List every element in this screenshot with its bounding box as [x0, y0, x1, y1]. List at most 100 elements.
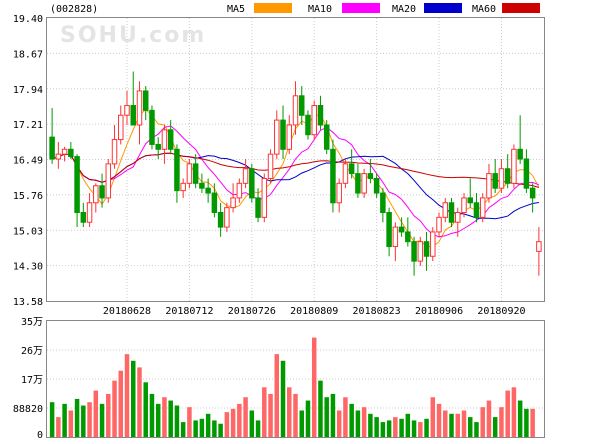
volume-bar	[249, 410, 255, 437]
candle-body	[174, 148, 180, 192]
volume-bar	[243, 397, 248, 437]
candle-body	[386, 212, 392, 248]
price-tick-label: 16.49	[13, 156, 43, 167]
candle-body	[68, 148, 74, 158]
volume-bar	[205, 413, 211, 437]
date-tick-label: 20180823	[353, 306, 401, 317]
down-candle	[305, 110, 311, 140]
volume-bar	[530, 408, 535, 437]
volume-tick-label: 26万	[21, 346, 43, 357]
volume-bar	[162, 397, 167, 437]
volume-bar	[443, 410, 448, 437]
candle-body	[217, 212, 224, 228]
candle-body	[180, 182, 186, 192]
volume-bar	[318, 380, 323, 437]
volume-bar	[87, 402, 92, 437]
price-tick-label: 17.94	[13, 85, 43, 96]
volume-bar	[449, 413, 454, 437]
volume-bar	[424, 418, 429, 437]
volume-bar	[255, 420, 261, 437]
price-tick-label: 14.30	[13, 262, 43, 273]
candle-body	[199, 182, 205, 189]
volume-bar	[343, 397, 348, 437]
stock-code: (002828)	[50, 4, 98, 15]
down-candle	[323, 120, 330, 155]
up-candle	[311, 100, 317, 140]
volume-bar	[131, 360, 136, 437]
candle-body	[274, 119, 280, 155]
candle-body	[405, 231, 411, 243]
volume-bar	[193, 420, 198, 437]
volume-bar	[492, 417, 498, 437]
kline-chart: SOHU.com (002828) MA5 MA10 MA20 MA60 19.…	[0, 0, 600, 441]
legend-ma10-label: MA10	[308, 4, 332, 15]
candle-body	[473, 202, 480, 218]
candle-body	[55, 153, 62, 160]
volume-bar	[505, 390, 510, 437]
volume-bar	[168, 400, 173, 437]
legend-ma10-swatch	[342, 3, 380, 13]
volume-bar	[287, 387, 292, 437]
date-tick-label: 20180712	[165, 306, 213, 317]
volume-bar	[137, 367, 142, 437]
price-tick-label: 17.21	[13, 120, 43, 131]
up-candle	[261, 173, 268, 223]
candle-body	[286, 124, 293, 150]
volume-bar	[349, 403, 354, 437]
candle-body	[486, 173, 492, 199]
volume-tick-label: 0	[37, 430, 43, 440]
up-candle	[417, 236, 424, 266]
volume-bar	[324, 397, 329, 437]
volume-bar	[93, 390, 99, 437]
volume-bar	[212, 420, 217, 437]
candle-body	[136, 90, 143, 126]
candle-body	[80, 212, 87, 223]
volume-bar	[411, 420, 417, 437]
chart-svg: SOHU.com (002828) MA5 MA10 MA20 MA60 19.…	[0, 0, 600, 441]
candle-body	[411, 241, 417, 262]
volume-bar	[299, 410, 304, 437]
up-candle	[430, 227, 436, 262]
down-candle	[330, 139, 336, 213]
volume-bar	[405, 413, 411, 437]
volume-tick-label: 35万	[21, 317, 43, 328]
legend-ma20-swatch	[424, 3, 462, 13]
volume-bar	[399, 418, 404, 437]
candle-body	[498, 168, 505, 189]
candle-body	[186, 163, 193, 184]
volume-bar	[199, 418, 205, 437]
volume-bar	[187, 407, 192, 437]
volume-bar	[143, 382, 148, 437]
volume-bar	[62, 403, 67, 437]
down-candle	[149, 105, 155, 150]
candle-body	[255, 197, 261, 218]
volume-bar	[99, 403, 105, 437]
candle-body	[93, 185, 99, 204]
candle-body	[74, 156, 80, 214]
candle-body	[49, 136, 55, 160]
candle-body	[398, 226, 405, 233]
volume-bar	[180, 422, 186, 437]
volume-bar	[517, 400, 523, 437]
candle-body	[236, 182, 243, 199]
candle-body	[448, 202, 455, 223]
date-axis: 20180628 20180712 20180726 20180809 20180823…	[103, 306, 526, 317]
date-tick-label: 20180920	[477, 306, 525, 317]
candle-body	[118, 114, 124, 141]
up-candle	[224, 202, 230, 232]
up-candle	[361, 168, 367, 198]
volume-bar	[461, 410, 467, 437]
candle-body	[261, 177, 268, 218]
candle-body	[430, 231, 436, 257]
candle-body	[330, 148, 336, 204]
volume-bar	[474, 422, 479, 437]
volume-bar	[430, 397, 436, 437]
candle-body	[342, 163, 349, 184]
date-tick-label: 20180726	[228, 306, 276, 317]
legend-ma60-swatch	[502, 3, 540, 13]
volume-bar	[81, 405, 86, 437]
volume-bar	[499, 407, 504, 437]
volume-bar	[124, 354, 130, 437]
volume-bar	[355, 410, 361, 437]
up-candle	[342, 159, 349, 189]
